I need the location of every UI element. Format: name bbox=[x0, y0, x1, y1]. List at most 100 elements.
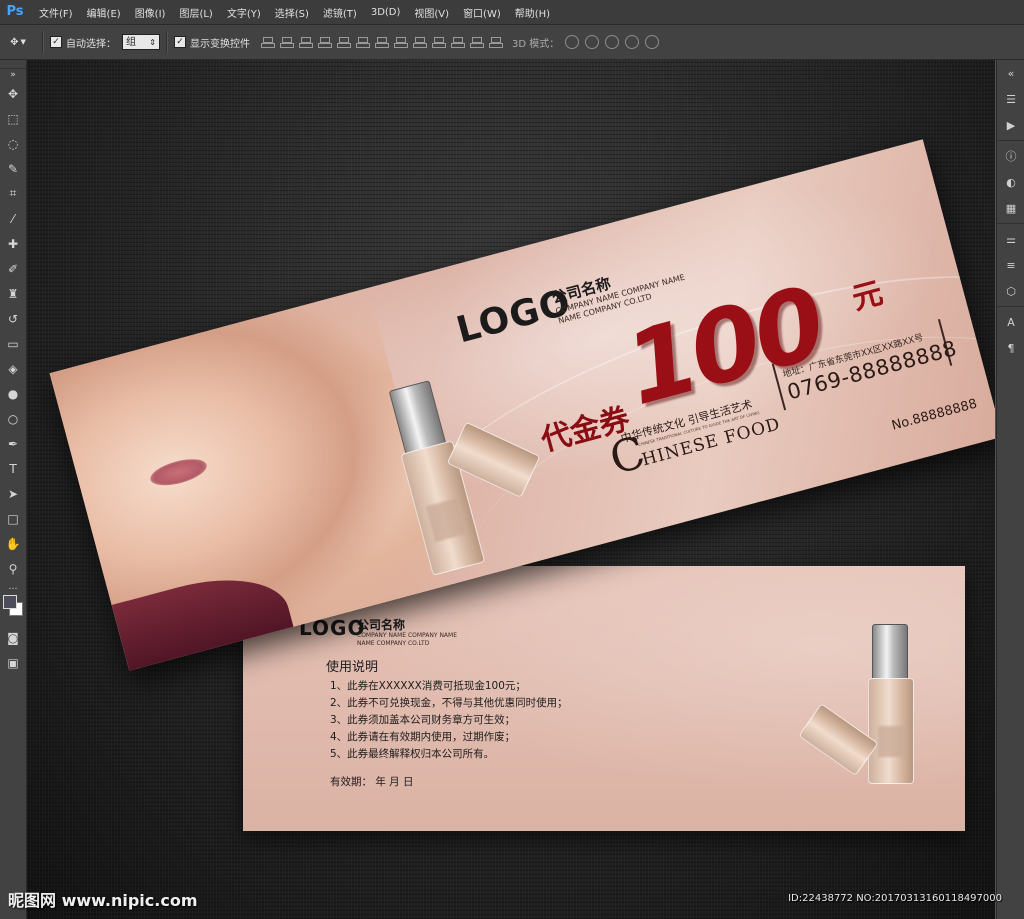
collapse-icon[interactable]: » bbox=[0, 69, 26, 81]
move-tool-preset-picker[interactable]: ✥ ▼ bbox=[0, 37, 36, 48]
separator bbox=[997, 140, 1024, 141]
eyedropper-tool-icon[interactable]: ⁄ bbox=[0, 206, 26, 231]
mode-3d-label: 3D 模式： bbox=[512, 38, 560, 50]
tools-panel: » ✥ ⬚ ◌ ✎ ⌗ ⁄ ✚ ✐ ♜ ↺ ▭ ◈ ● ○ ✒ T ➤ □ ✋ … bbox=[0, 60, 27, 919]
model-lips bbox=[147, 454, 210, 491]
back-company-en-1: COMPANY NAME COMPANY NAME bbox=[357, 632, 458, 639]
menu-file[interactable]: 文件(F) bbox=[32, 5, 80, 20]
edit-toolbar-icon[interactable]: … bbox=[0, 581, 26, 593]
distribute-hcenter-icon[interactable] bbox=[450, 35, 465, 49]
auto-select-dropdown[interactable]: 组 ⇕ bbox=[122, 34, 160, 50]
expand-panels-icon[interactable]: « bbox=[997, 60, 1024, 86]
hand-tool-icon[interactable]: ✋ bbox=[0, 531, 26, 556]
distribute-bottom-icon[interactable] bbox=[412, 35, 427, 49]
scale-3d-icon[interactable] bbox=[645, 35, 660, 49]
menu-edit[interactable]: 编辑(E) bbox=[80, 5, 128, 20]
usage-rule: 1、此券在XXXXXX消费可抵现金100元； bbox=[330, 680, 526, 692]
checkmark-icon: ✓ bbox=[174, 36, 186, 48]
align-top-icon[interactable] bbox=[260, 35, 275, 49]
pen-tool-icon[interactable]: ✒ bbox=[0, 431, 26, 456]
separator bbox=[42, 31, 44, 53]
slide-3d-icon[interactable] bbox=[625, 35, 640, 49]
blur-tool-icon[interactable]: ● bbox=[0, 381, 26, 406]
character-panel-icon[interactable]: A bbox=[997, 309, 1024, 335]
rectangle-tool-icon[interactable]: □ bbox=[0, 506, 26, 531]
usage-rule: 3、此券须加盖本公司财务章方可生效； bbox=[330, 714, 516, 726]
foreground-color-swatch[interactable] bbox=[3, 595, 17, 609]
type-tool-icon[interactable]: T bbox=[0, 456, 26, 481]
separator bbox=[997, 306, 1024, 307]
move-tool-icon[interactable]: ✥ bbox=[0, 81, 26, 106]
align-buttons bbox=[260, 35, 503, 49]
properties-panel-icon[interactable]: ≡ bbox=[997, 252, 1024, 278]
usage-instructions-title: 使用说明 bbox=[326, 660, 379, 675]
image-id-watermark: ID:22438772 NO:20170313160118497000 bbox=[788, 893, 1002, 904]
lasso-tool-icon[interactable]: ◌ bbox=[0, 131, 26, 156]
distribute-right-icon[interactable] bbox=[469, 35, 484, 49]
dropdown-arrow-icon: ⇕ bbox=[149, 38, 156, 47]
screen-mode-icon[interactable]: ▣ bbox=[0, 650, 26, 675]
dodge-tool-icon[interactable]: ○ bbox=[0, 406, 26, 431]
menu-select[interactable]: 选择(S) bbox=[268, 5, 316, 20]
adjustments-panel-icon[interactable]: ⚌ bbox=[997, 226, 1024, 252]
bottle-body bbox=[798, 703, 879, 777]
swatches-panel-icon[interactable]: ▦ bbox=[997, 195, 1024, 221]
eraser-tool-icon[interactable]: ▭ bbox=[0, 331, 26, 356]
bottle-label bbox=[426, 498, 466, 543]
history-panel-icon[interactable]: ☰ bbox=[997, 86, 1024, 112]
panel-grip[interactable] bbox=[0, 60, 26, 69]
distribute-left-icon[interactable] bbox=[431, 35, 446, 49]
crop-tool-icon[interactable]: ⌗ bbox=[0, 181, 26, 206]
distribute-vcenter-icon[interactable] bbox=[393, 35, 408, 49]
align-left-icon[interactable] bbox=[317, 35, 332, 49]
usage-rule: 5、此券最终解释权归本公司所有。 bbox=[330, 748, 495, 760]
menu-layer[interactable]: 图层(L) bbox=[172, 5, 219, 20]
paragraph-panel-icon[interactable]: ¶ bbox=[997, 335, 1024, 361]
history-brush-tool-icon[interactable]: ↺ bbox=[0, 306, 26, 331]
3d-panel-icon[interactable]: ⬡ bbox=[997, 278, 1024, 304]
align-bottom-icon[interactable] bbox=[298, 35, 313, 49]
brush-tool-icon[interactable]: ✐ bbox=[0, 256, 26, 281]
show-transform-checkbox[interactable]: ✓ 显示变换控件 bbox=[174, 35, 250, 50]
menu-view[interactable]: 视图(V) bbox=[407, 5, 456, 20]
distribute-top-icon[interactable] bbox=[374, 35, 389, 49]
menu-window[interactable]: 窗口(W) bbox=[456, 5, 508, 20]
validity-line: 有效期： 年 月 日 bbox=[330, 776, 414, 788]
menu-filter[interactable]: 滤镜(T) bbox=[316, 5, 364, 20]
menu-type[interactable]: 文字(Y) bbox=[220, 5, 268, 20]
paint-bucket-tool-icon[interactable]: ◈ bbox=[0, 356, 26, 381]
menu-help[interactable]: 帮助(H) bbox=[508, 5, 557, 20]
options-bar: ✥ ▼ ✓ 自动选择： 组 ⇕ ✓ 显示变换控件 3D 模式： bbox=[0, 25, 1024, 60]
healing-brush-tool-icon[interactable]: ✚ bbox=[0, 231, 26, 256]
menu-3d[interactable]: 3D(D) bbox=[364, 7, 408, 18]
info-panel-icon[interactable]: ⓘ bbox=[997, 143, 1024, 169]
separator bbox=[166, 31, 168, 53]
align-hcenter-icon[interactable] bbox=[336, 35, 351, 49]
actions-panel-icon[interactable]: ▶ bbox=[997, 112, 1024, 138]
move-icon: ✥ bbox=[10, 36, 19, 48]
clone-stamp-tool-icon[interactable]: ♜ bbox=[0, 281, 26, 306]
document-canvas[interactable]: LOGO 公司名称 COMPANY NAME COMPANY NAME NAME… bbox=[27, 60, 995, 919]
rotate-3d-icon[interactable] bbox=[565, 35, 580, 49]
path-selection-tool-icon[interactable]: ➤ bbox=[0, 481, 26, 506]
usage-rule: 2、此券不可兑换现金，不得与其他优惠同时使用； bbox=[330, 697, 568, 709]
color-swatches[interactable] bbox=[0, 593, 26, 625]
quick-mask-icon[interactable]: ◙ bbox=[0, 625, 26, 650]
watermark-bar: 昵图网 www.nipic.com ID:22438772 NO:2017031… bbox=[0, 883, 1024, 919]
show-transform-label: 显示变换控件 bbox=[190, 38, 250, 50]
roll-3d-icon[interactable] bbox=[585, 35, 600, 49]
align-vcenter-icon[interactable] bbox=[279, 35, 294, 49]
marquee-tool-icon[interactable]: ⬚ bbox=[0, 106, 26, 131]
menu-image[interactable]: 图像(I) bbox=[128, 5, 173, 20]
auto-align-icon[interactable] bbox=[488, 35, 503, 49]
align-right-icon[interactable] bbox=[355, 35, 370, 49]
zoom-tool-icon[interactable]: ⚲ bbox=[0, 556, 26, 581]
auto-select-checkbox[interactable]: ✓ 自动选择： bbox=[50, 35, 116, 50]
color-panel-icon[interactable]: ◐ bbox=[997, 169, 1024, 195]
chevron-down-icon: ▼ bbox=[20, 38, 26, 46]
auto-select-label: 自动选择： bbox=[66, 38, 116, 50]
panel-dock: « ☰ ▶ ⓘ ◐ ▦ ⚌ ≡ ⬡ A ¶ bbox=[996, 60, 1024, 919]
quick-select-tool-icon[interactable]: ✎ bbox=[0, 156, 26, 181]
drag-3d-icon[interactable] bbox=[605, 35, 620, 49]
photoshop-logo: Ps bbox=[6, 4, 24, 19]
